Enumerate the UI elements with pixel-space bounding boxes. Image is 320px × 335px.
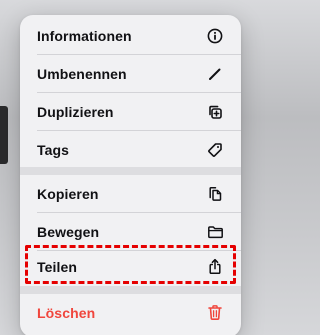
duplicate-icon [206,103,224,121]
menu-item-label: Duplizieren [37,103,114,120]
menu-item-kopieren[interactable]: Kopieren [20,175,241,212]
menu-group-separator [20,286,241,294]
trash-icon [206,304,224,322]
menu-item-tags[interactable]: Tags [20,131,241,168]
menu-item-label: Umbenennen [37,65,127,82]
context-menu: Informationen Umbenennen Duplizieren Tag… [20,15,241,335]
share-icon [206,258,224,276]
background-window-edge [0,106,8,164]
menu-item-label: Informationen [37,27,132,44]
info-circle-icon [206,27,224,45]
menu-item-label: Tags [37,141,70,158]
menu-item-umbenennen[interactable]: Umbenennen [20,55,241,92]
menu-item-bewegen[interactable]: Bewegen [20,213,241,250]
menu-item-label: Bewegen [37,223,100,240]
folder-icon [206,223,224,241]
menu-item-informationen[interactable]: Informationen [20,17,241,54]
tag-icon [206,141,224,159]
menu-item-loeschen[interactable]: Löschen [20,294,241,331]
menu-item-label: Teilen [37,258,78,275]
menu-item-label: Löschen [37,304,96,321]
pencil-icon [206,65,224,83]
menu-group-separator [20,167,241,175]
menu-item-duplizieren[interactable]: Duplizieren [20,93,241,130]
menu-item-teilen[interactable]: Teilen [20,248,241,285]
menu-item-label: Kopieren [37,185,99,202]
copy-document-icon [206,185,224,203]
